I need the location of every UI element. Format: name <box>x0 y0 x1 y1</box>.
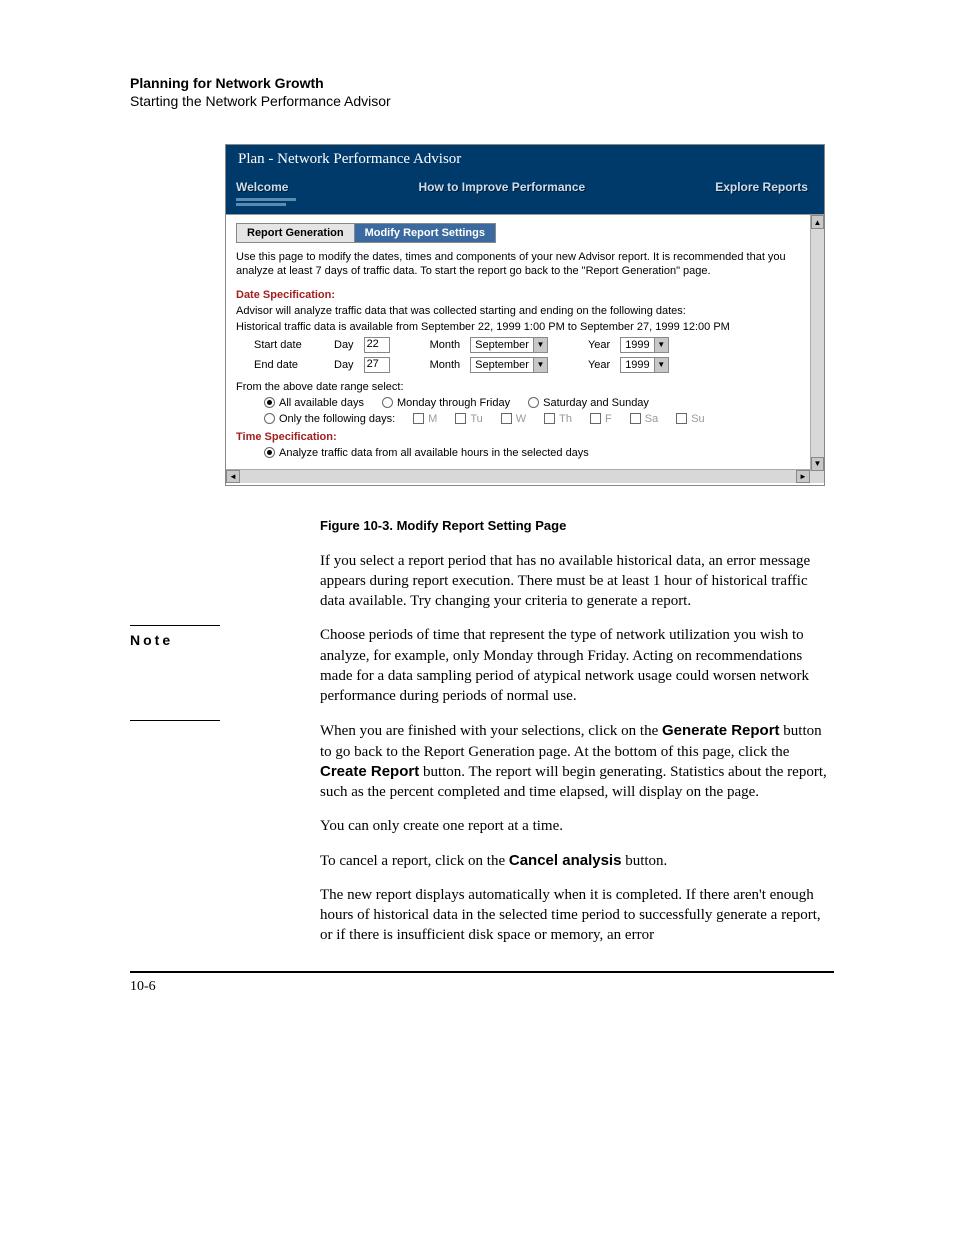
chevron-down-icon: ▼ <box>533 338 547 352</box>
start-year-select[interactable]: 1999 ▼ <box>620 337 668 353</box>
scroll-right-icon[interactable]: ► <box>796 470 810 483</box>
checkbox-wednesday[interactable]: W <box>501 413 526 425</box>
month-label: Month <box>430 359 461 371</box>
year-label: Year <box>588 339 610 351</box>
start-date-label: Start date <box>254 339 324 351</box>
chevron-down-icon: ▼ <box>533 358 547 372</box>
day-label: Day <box>334 359 354 371</box>
start-month-select[interactable]: September ▼ <box>470 337 548 353</box>
instruction-text: Use this page to modify the dates, times… <box>236 251 800 279</box>
year-label: Year <box>588 359 610 371</box>
date-specification-heading: Date Specification: <box>236 289 800 301</box>
note-paragraph: Choose periods of time that represent th… <box>320 625 834 706</box>
checkbox-saturday[interactable]: Sa <box>630 413 658 425</box>
date-description-1: Advisor will analyze traffic data that w… <box>236 305 800 317</box>
body-paragraph-5: To cancel a report, click on the Cancel … <box>320 851 834 871</box>
checkbox-friday[interactable]: F <box>590 413 612 425</box>
page-number: 10-6 <box>130 979 156 994</box>
checkbox-sunday[interactable]: Su <box>676 413 704 425</box>
checkbox-thursday[interactable]: Th <box>544 413 572 425</box>
tab-report-generation[interactable]: Report Generation <box>236 223 355 243</box>
end-date-label: End date <box>254 359 324 371</box>
radio-all-available-days[interactable]: All available days <box>264 397 364 409</box>
start-day-input[interactable]: 22 <box>364 337 390 353</box>
checkbox-monday[interactable]: M <box>413 413 437 425</box>
tab-modify-report-settings[interactable]: Modify Report Settings <box>355 223 496 243</box>
figure-caption: Figure 10-3. Modify Report Setting Page <box>320 518 834 533</box>
window-title: Plan - Network Performance Advisor <box>226 145 824 174</box>
body-paragraph-3: When you are finished with your selectio… <box>320 721 834 802</box>
horizontal-scrollbar[interactable]: ◄ ► <box>226 469 824 483</box>
scroll-up-icon[interactable]: ▲ <box>811 215 824 229</box>
end-day-input[interactable]: 27 <box>364 357 390 373</box>
date-description-2: Historical traffic data is available fro… <box>236 321 800 333</box>
radio-all-hours[interactable]: Analyze traffic data from all available … <box>264 447 589 459</box>
time-specification-heading: Time Specification: <box>236 431 800 443</box>
end-year-select[interactable]: 1999 ▼ <box>620 357 668 373</box>
nav-explore-reports[interactable]: Explore Reports <box>715 180 808 194</box>
radio-monday-friday[interactable]: Monday through Friday <box>382 397 510 409</box>
scroll-down-icon[interactable]: ▼ <box>811 457 824 471</box>
page-header-subtitle: Starting the Network Performance Advisor <box>130 93 834 109</box>
nav-welcome[interactable]: Welcome <box>236 180 288 194</box>
end-month-select[interactable]: September ▼ <box>470 357 548 373</box>
body-paragraph-4: You can only create one report at a time… <box>320 816 834 836</box>
chevron-down-icon: ▼ <box>654 338 668 352</box>
radio-only-following-days[interactable]: Only the following days: <box>264 413 395 425</box>
scroll-left-icon[interactable]: ◄ <box>226 470 240 483</box>
screenshot-window: Plan - Network Performance Advisor Welco… <box>225 144 825 486</box>
range-select-label: From the above date range select: <box>236 381 800 393</box>
chevron-down-icon: ▼ <box>654 358 668 372</box>
nav-how-to-improve[interactable]: How to Improve Performance <box>418 180 585 194</box>
body-paragraph-1: If you select a report period that has n… <box>320 551 834 612</box>
month-label: Month <box>430 339 461 351</box>
checkbox-tuesday[interactable]: Tu <box>455 413 482 425</box>
vertical-scrollbar[interactable]: ▲ ▼ <box>810 215 824 471</box>
body-paragraph-6: The new report displays automatically wh… <box>320 885 834 946</box>
note-label: Note <box>130 625 220 648</box>
day-label: Day <box>334 339 354 351</box>
radio-saturday-sunday[interactable]: Saturday and Sunday <box>528 397 649 409</box>
page-header-title: Planning for Network Growth <box>130 75 834 91</box>
